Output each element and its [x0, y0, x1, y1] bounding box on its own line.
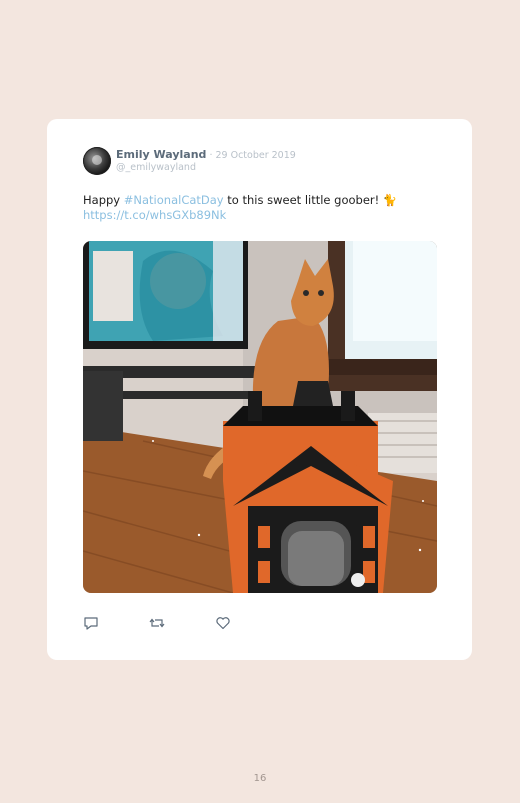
heart-icon	[216, 617, 230, 630]
cat-photo-image	[83, 241, 437, 593]
hashtag-link[interactable]: #NationalCatDay	[124, 193, 224, 207]
tweet-photo[interactable]	[83, 241, 437, 593]
tweet-date[interactable]: · 29 October 2019	[206, 150, 295, 161]
tweet-url[interactable]: https://t.co/whsGXb89Nk	[83, 208, 226, 222]
tweet-text-start: Happy	[83, 193, 124, 207]
tweet-text-end: to this sweet little goober! 🐈	[223, 193, 398, 207]
author-line: Emily Wayland · 29 October 2019	[116, 148, 296, 161]
author-name[interactable]: Emily Wayland	[116, 148, 206, 161]
author-handle[interactable]: @_emilywayland	[116, 162, 196, 173]
page-number: 16	[253, 773, 267, 784]
retweet-icon	[149, 618, 165, 628]
tweet-card: Emily Wayland · 29 October 2019 @_emilyw…	[47, 119, 472, 660]
avatar[interactable]	[83, 147, 111, 175]
like-button[interactable]	[215, 615, 231, 631]
tweet-text: Happy #NationalCatDay to this sweet litt…	[83, 193, 443, 223]
reply-button[interactable]	[83, 615, 99, 631]
retweet-button[interactable]	[149, 615, 165, 631]
reply-icon	[84, 617, 98, 630]
